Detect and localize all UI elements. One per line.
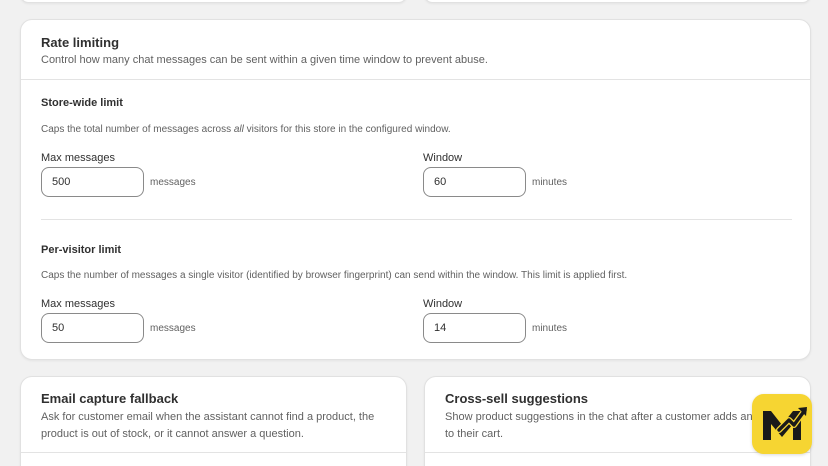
cross-sell-description: Show product suggestions in the chat aft… xyxy=(445,411,777,440)
store-window-input[interactable] xyxy=(423,167,526,197)
store-max-messages-label: Max messages xyxy=(41,152,115,164)
store-wide-title: Store-wide limit xyxy=(41,97,123,109)
visitor-window-input[interactable] xyxy=(423,313,526,343)
email-capture-title: Email capture fallback xyxy=(41,391,179,406)
rate-limiting-description: Control how many chat messages can be se… xyxy=(41,54,488,66)
cross-sell-title: Cross-sell suggestions xyxy=(445,391,589,406)
store-max-messages-input[interactable] xyxy=(41,167,144,197)
rate-limiting-card: Rate limiting Control how many chat mess… xyxy=(20,19,811,360)
previous-card-left xyxy=(20,0,407,3)
visitor-max-messages-suffix: messages xyxy=(150,323,196,334)
store-window-label: Window xyxy=(423,152,463,164)
per-visitor-description: Caps the number of messages a single vis… xyxy=(41,270,628,281)
store-window-suffix: minutes xyxy=(532,177,568,188)
store-wide-description: Caps the total number of messages across… xyxy=(41,124,451,135)
email-capture-card: Email capture fallback Ask for customer … xyxy=(20,376,407,466)
m-trend-logo-icon[interactable] xyxy=(752,394,812,454)
email-capture-description: Ask for customer email when the assistan… xyxy=(41,411,375,440)
rate-limiting-title: Rate limiting xyxy=(41,35,120,50)
m-trend-icon xyxy=(763,407,808,440)
previous-card-right xyxy=(424,0,811,3)
store-max-messages-suffix: messages xyxy=(150,177,196,188)
header-divider xyxy=(21,79,810,80)
section-divider xyxy=(41,219,792,220)
per-visitor-title: Per-visitor limit xyxy=(41,244,122,256)
visitor-window-suffix: minutes xyxy=(532,323,568,334)
visitor-window-label: Window xyxy=(423,298,463,310)
visitor-max-messages-input[interactable] xyxy=(41,313,144,343)
visitor-max-messages-label: Max messages xyxy=(41,298,115,310)
email-capture-divider xyxy=(21,452,406,453)
